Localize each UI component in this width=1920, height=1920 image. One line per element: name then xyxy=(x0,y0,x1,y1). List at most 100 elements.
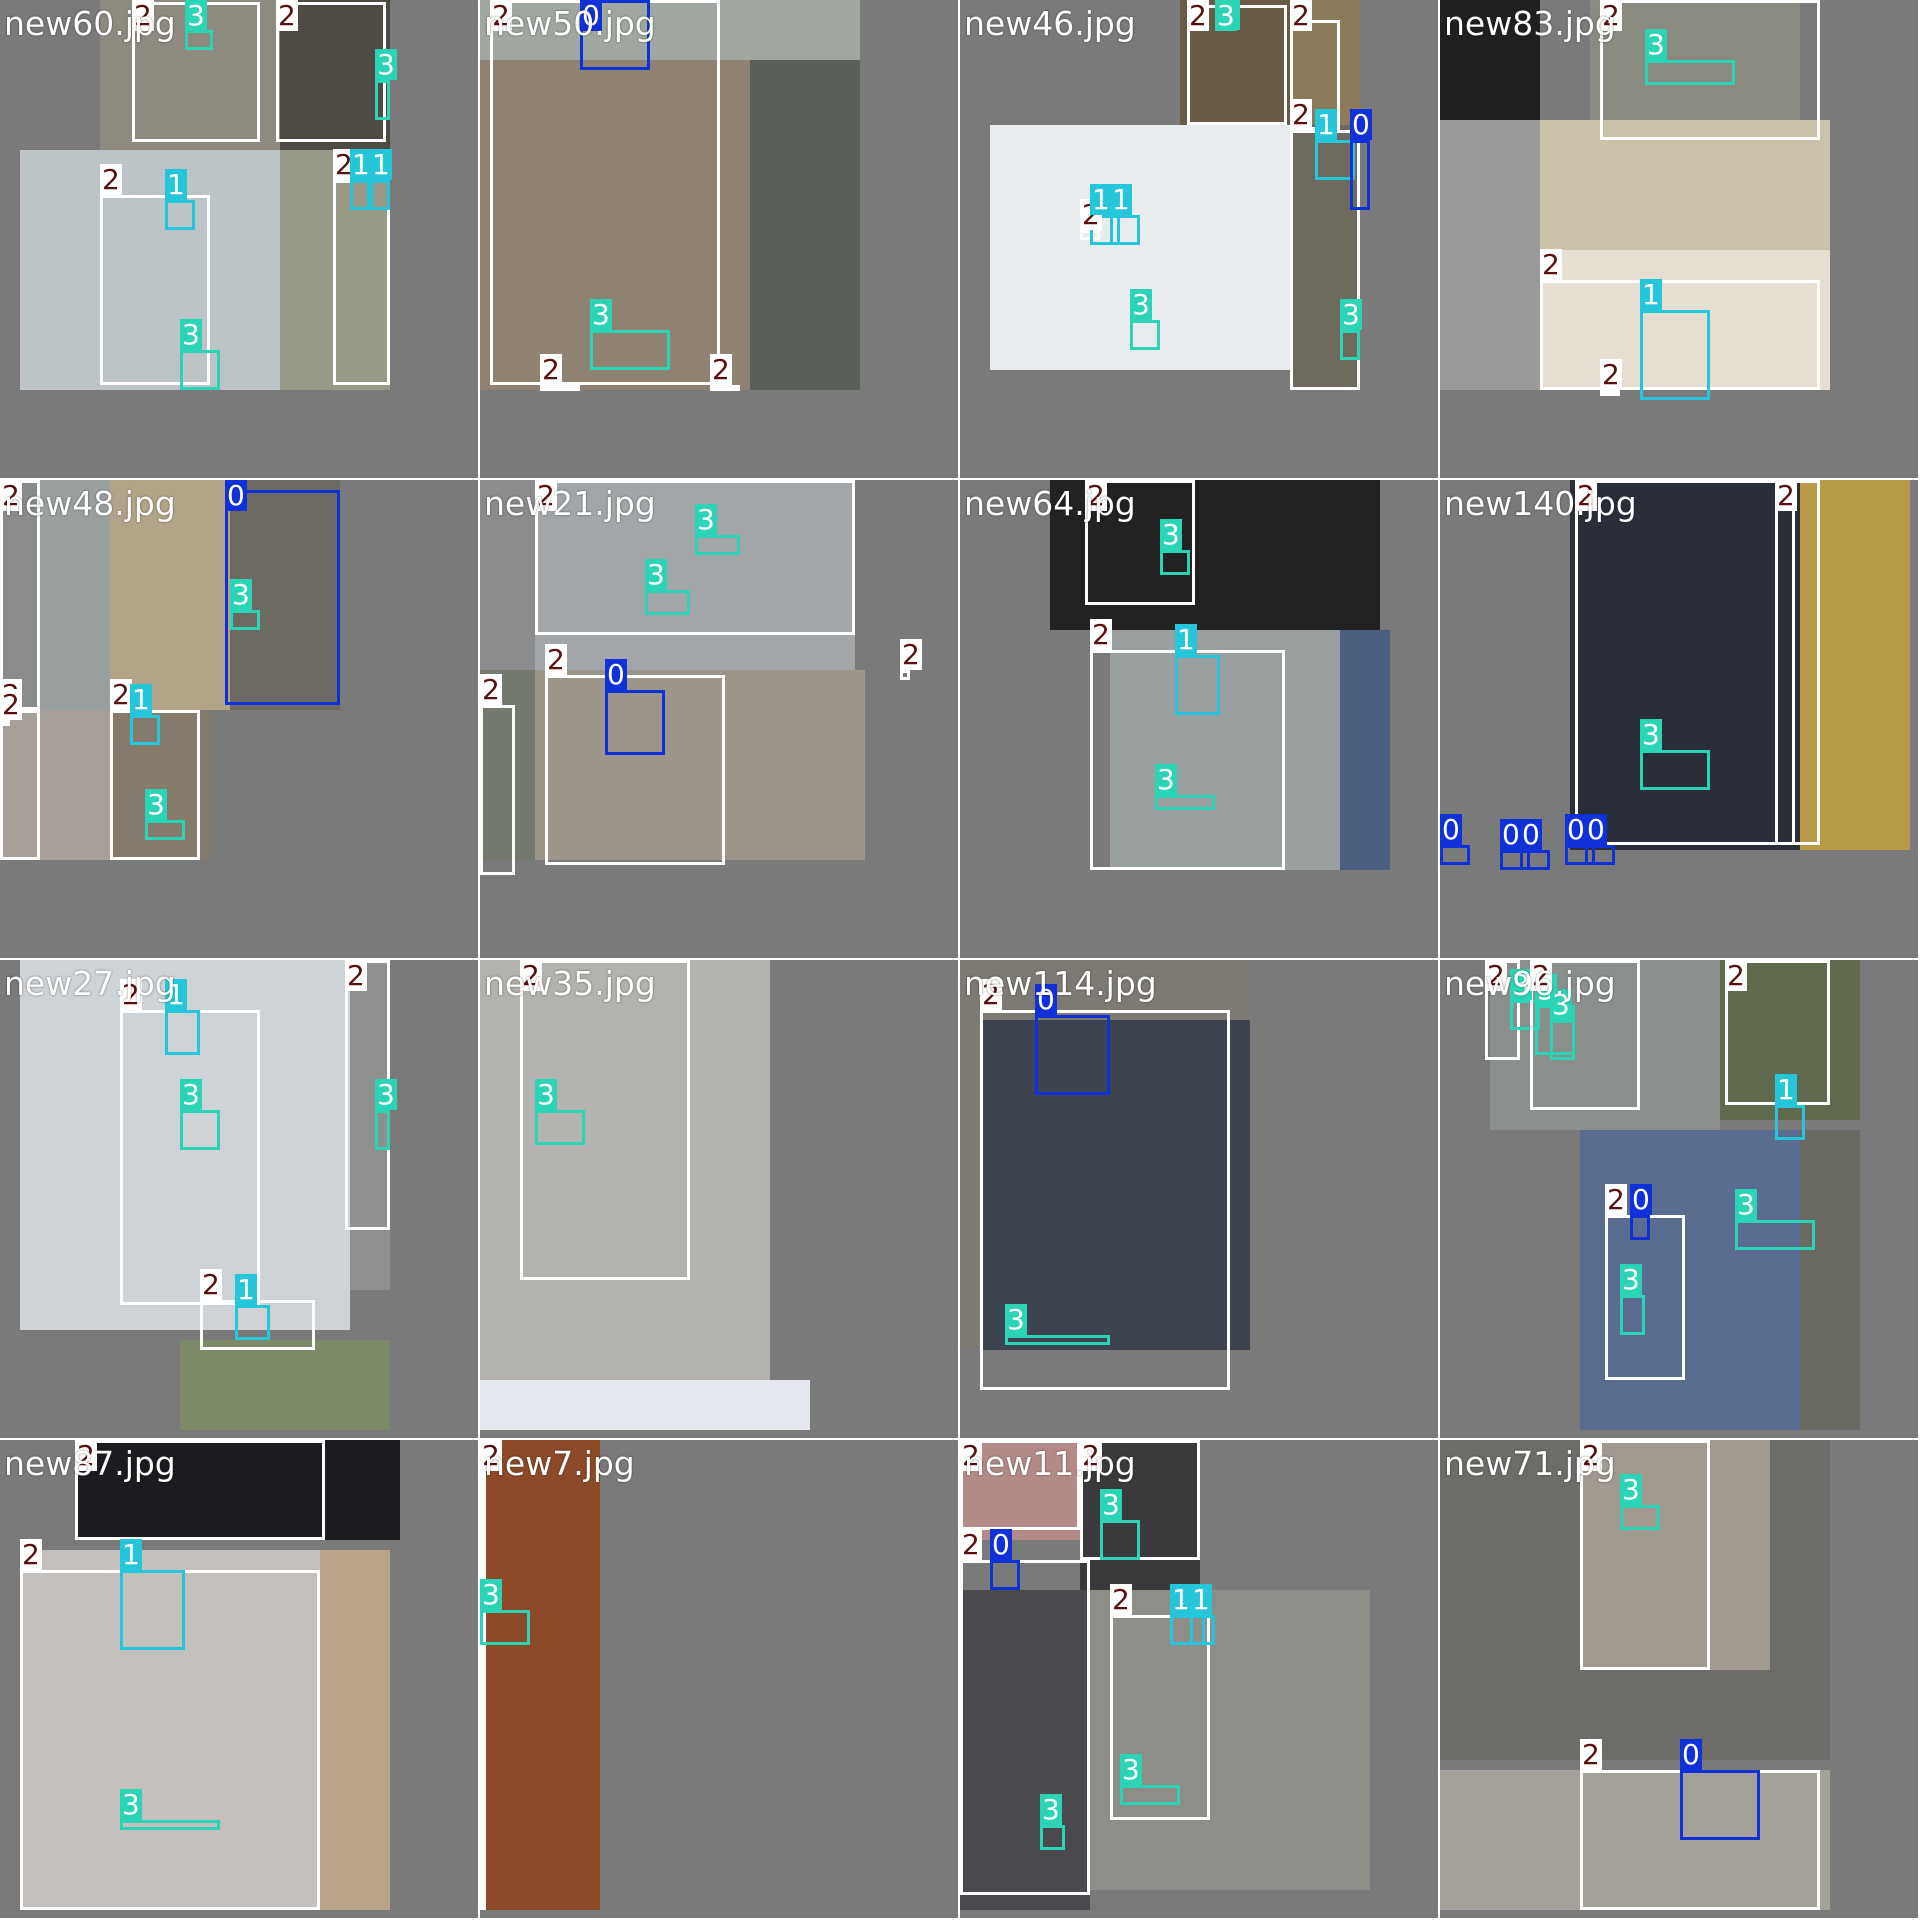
detection-label: 1 xyxy=(350,148,372,181)
detection-box-class-2 xyxy=(0,710,40,860)
detection-label: 2 xyxy=(540,353,562,386)
mosaic-tile: new7.jpg 2 3 xyxy=(480,1440,958,1918)
detection-box-class-2 xyxy=(545,675,725,865)
detection-label: 1 xyxy=(235,1273,257,1306)
detection-box-class-3 xyxy=(1155,795,1215,810)
mosaic-tile: new114.jpg 2 0 3 xyxy=(960,960,1438,1438)
detection-box-class-3 xyxy=(1735,1220,1815,1250)
detection-box-class-1 xyxy=(130,715,160,745)
detection-label: 3 xyxy=(1005,1303,1027,1336)
detection-box-class-0 xyxy=(1035,1015,1110,1095)
mosaic-tile: new11.jpg 2 2 3 2 0 3 2 1 1 3 xyxy=(960,1440,1438,1918)
detection-box-class-3 xyxy=(1550,1020,1575,1060)
detection-label: 1 xyxy=(165,168,187,201)
detection-box-class-0 xyxy=(1585,845,1615,865)
detection-label: 2 xyxy=(710,353,732,386)
detection-box-class-1 xyxy=(350,180,370,210)
detection-label: 2 xyxy=(545,643,567,676)
detection-label: 0 xyxy=(225,480,247,512)
detection-label: 3 xyxy=(120,1788,142,1821)
tile-filename: new83.jpg xyxy=(1444,4,1616,43)
detection-box-class-3 xyxy=(535,1110,585,1145)
detection-box-class-2 xyxy=(900,670,910,680)
detection-label: 1 xyxy=(1110,183,1132,216)
detection-label: 3 xyxy=(590,298,612,331)
detection-box-class-3 xyxy=(1005,1335,1110,1345)
detection-box-class-3 xyxy=(1620,1505,1660,1530)
detection-box-class-0 xyxy=(1630,1215,1650,1240)
detection-label: 1 xyxy=(1640,278,1662,311)
detection-label: 2 xyxy=(480,673,502,706)
detection-label: 2 xyxy=(1290,0,1312,32)
mosaic-tile: new83.jpg 2 3 2 1 2 xyxy=(1440,0,1918,478)
detection-label: 2 xyxy=(960,1528,982,1561)
detection-label: 0 xyxy=(1350,108,1372,141)
detection-label: 3 xyxy=(645,558,667,591)
detection-label: 3 xyxy=(180,318,202,351)
detection-box-class-1 xyxy=(1315,140,1355,180)
tile-filename: new48.jpg xyxy=(4,484,176,523)
detection-label: 2 xyxy=(1725,960,1747,992)
detection-label: 2 xyxy=(0,688,22,721)
detection-label: 2 xyxy=(100,163,122,196)
detection-label: 3 xyxy=(1640,718,1662,751)
detection-label: 3 xyxy=(1645,28,1667,61)
detection-label: 1 xyxy=(1170,1583,1192,1616)
detection-box-class-2 xyxy=(1775,480,1795,845)
detection-box-class-1 xyxy=(1110,215,1140,245)
detection-box-class-2 xyxy=(480,705,515,875)
detection-label: 0 xyxy=(605,658,627,691)
detection-box-class-3 xyxy=(1100,1520,1140,1560)
tile-filename: new114.jpg xyxy=(964,964,1157,1003)
detection-box-class-3 xyxy=(180,350,220,390)
detection-label: 1 xyxy=(370,148,392,181)
tile-filename: new140.jpg xyxy=(1444,484,1637,523)
detection-label: 3 xyxy=(1735,1188,1757,1221)
detection-box-class-0 xyxy=(1440,845,1470,865)
detection-label: 2 xyxy=(1775,480,1797,512)
detection-label: 2 xyxy=(1110,1583,1132,1616)
detection-box-class-1 xyxy=(120,1570,185,1650)
photo-crop xyxy=(480,1380,810,1430)
detection-box-class-3 xyxy=(120,1820,220,1830)
detection-label: 3 xyxy=(1215,0,1237,32)
detection-label: 2 xyxy=(345,960,367,992)
detection-label: 3 xyxy=(180,1078,202,1111)
detection-label: 0 xyxy=(1585,813,1607,846)
detection-label: 1 xyxy=(1315,108,1337,141)
detection-box-class-3 xyxy=(590,330,670,370)
detection-label: 3 xyxy=(375,48,397,81)
tile-filename: new35.jpg xyxy=(484,964,656,1003)
detection-label: 3 xyxy=(375,1078,397,1111)
detection-label: 1 xyxy=(1190,1583,1212,1616)
detection-label: 3 xyxy=(1100,1488,1122,1521)
mosaic-tile: new60.jpg 2 3 2 3 2 1 3 2 1 1 xyxy=(0,0,478,478)
detection-label: 3 xyxy=(145,788,167,821)
detection-label: 0 xyxy=(1440,813,1462,846)
mosaic-tile: new50.jpg 2 0 3 2 2 xyxy=(480,0,958,478)
detection-box-class-3 xyxy=(185,30,213,50)
detection-box-class-0 xyxy=(1350,140,1370,210)
detection-label: 3 xyxy=(695,503,717,536)
detection-box-class-0 xyxy=(990,1560,1020,1590)
detection-box-class-1 xyxy=(165,1010,200,1055)
detection-box-class-1 xyxy=(165,200,195,230)
mosaic-tile: new96.jpg23323213203 xyxy=(1440,960,1918,1438)
detection-box-class-3 xyxy=(375,1110,390,1150)
mosaic-tile: new87.jpg 2 2 1 3 xyxy=(0,1440,478,1918)
detection-label: 2 xyxy=(1580,1738,1602,1771)
detection-box-class-3 xyxy=(1645,60,1735,85)
detection-box-class-3 xyxy=(1620,1295,1645,1335)
detection-box-class-1 xyxy=(1775,1105,1805,1140)
tile-filename: new71.jpg xyxy=(1444,1444,1616,1483)
photo-crop xyxy=(480,1440,600,1910)
detection-label: 3 xyxy=(480,1578,502,1611)
detection-label: 3 xyxy=(1620,1473,1642,1506)
detection-label: 1 xyxy=(1775,1073,1797,1106)
detection-label: 2 xyxy=(900,638,922,671)
detection-label: 3 xyxy=(1155,763,1177,796)
mosaic-tile: new21.jpg 3 3 2 2 0 2 2 xyxy=(480,480,958,958)
mosaic-tile: new64.jpg 2 3 2 1 3 xyxy=(960,480,1438,958)
detection-box-class-3 xyxy=(480,1610,530,1645)
detection-box-class-3 xyxy=(1040,1825,1065,1850)
